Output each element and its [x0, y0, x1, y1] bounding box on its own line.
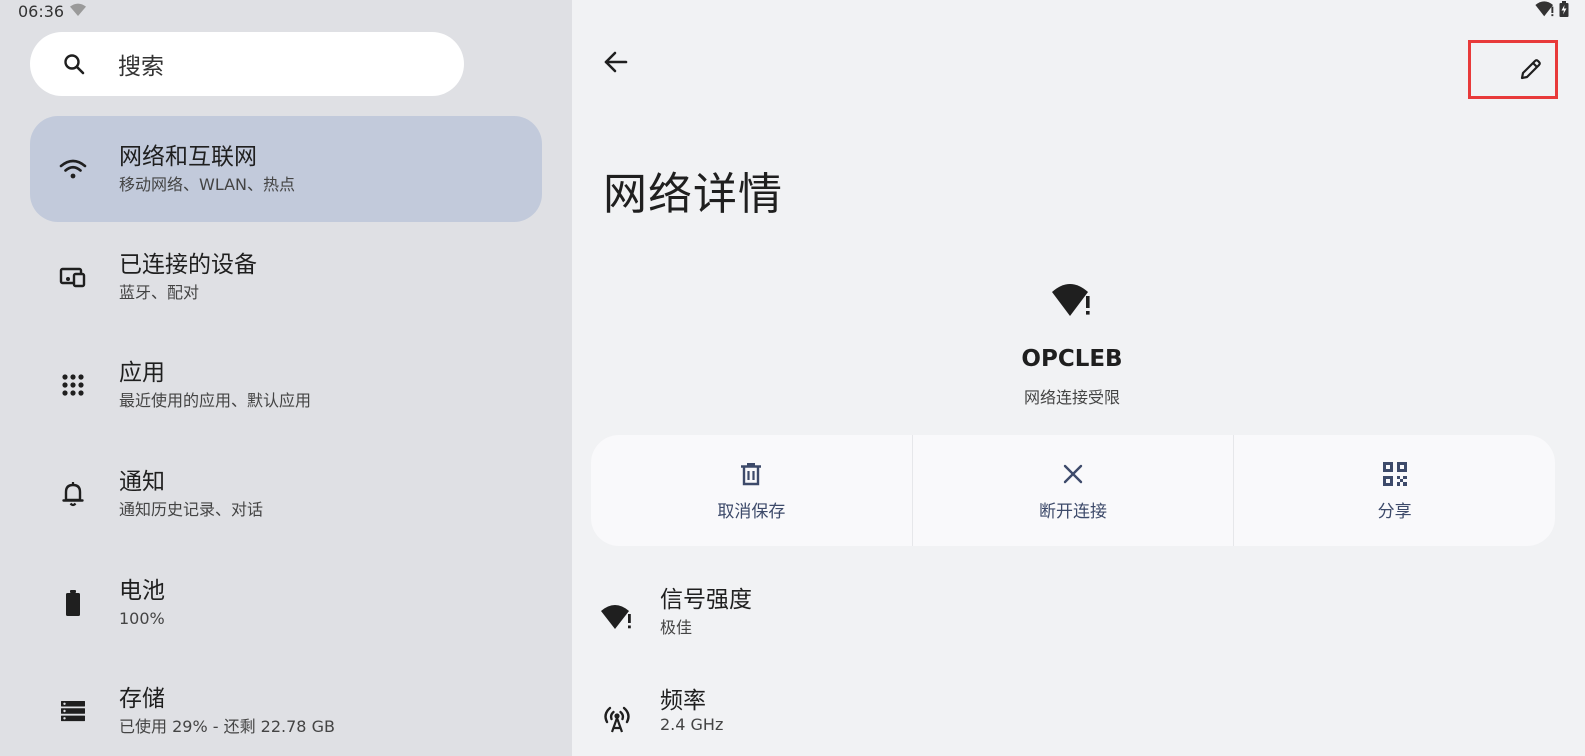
sidebar-item-title: 已连接的设备 — [119, 252, 257, 278]
sidebar-item-title: 通知 — [119, 469, 165, 495]
pref-signal-strength[interactable]: 信号强度 极佳 — [572, 580, 1585, 660]
edit-button[interactable] — [1468, 40, 1558, 99]
sidebar-item-notifications[interactable]: 通知 通知历史记录、对话 — [30, 441, 542, 547]
status-bar-right — [1535, 1, 1569, 21]
close-icon — [1062, 459, 1084, 489]
settings-sidebar: 06:36 搜索 网络和互联网 移动网络、WLAN、热点 已连接的设备 蓝牙、配… — [0, 0, 572, 756]
wifi-limited-icon — [1052, 282, 1092, 322]
sidebar-item-title: 网络和互联网 — [119, 144, 257, 170]
sidebar-item-title: 电池 — [119, 578, 165, 604]
page-title: 网络详情 — [603, 169, 783, 220]
sidebar-item-connected-devices[interactable]: 已连接的设备 蓝牙、配对 — [30, 224, 542, 330]
pref-frequency[interactable]: 频率 2.4 GHz — [572, 681, 1585, 756]
search-bar[interactable]: 搜索 — [30, 32, 464, 96]
sidebar-item-subtitle: 100% — [119, 609, 165, 628]
antenna-icon — [600, 701, 634, 735]
wifi-limited-icon — [70, 2, 87, 21]
sidebar-item-network[interactable]: 网络和互联网 移动网络、WLAN、热点 — [30, 116, 542, 222]
back-button[interactable] — [598, 46, 634, 82]
search-icon — [60, 50, 88, 78]
connected-devices-icon — [58, 262, 88, 292]
status-time: 06:36 — [18, 1, 65, 21]
pref-subtitle: 2.4 GHz — [660, 715, 724, 734]
sidebar-item-subtitle: 蓝牙、配对 — [119, 283, 200, 302]
share-label: 分享 — [1377, 502, 1412, 522]
network-status: 网络连接受限 — [1023, 388, 1120, 407]
disconnect-label: 断开连接 — [1039, 502, 1107, 522]
forget-label: 取消保存 — [717, 502, 786, 522]
sidebar-item-subtitle: 移动网络、WLAN、热点 — [119, 175, 296, 194]
share-button[interactable]: 分享 — [1233, 435, 1555, 546]
sidebar-item-title: 存储 — [119, 686, 165, 712]
disconnect-button[interactable]: 断开连接 — [911, 435, 1234, 546]
sidebar-item-storage[interactable]: 存储 已使用 29% - 还剩 22.78 GB — [30, 658, 542, 756]
trash-icon — [740, 459, 762, 489]
wifi-limited-icon — [1535, 1, 1555, 21]
wifi-icon — [58, 154, 88, 184]
wifi-limited-icon — [600, 600, 634, 634]
bell-icon — [58, 479, 88, 509]
storage-icon — [58, 696, 88, 726]
pref-title: 信号强度 — [660, 587, 752, 613]
sidebar-item-apps[interactable]: 应用 最近使用的应用、默认应用 — [30, 332, 542, 438]
pref-title: 频率 — [660, 688, 706, 714]
battery-icon — [58, 588, 88, 618]
pref-subtitle: 极佳 — [660, 618, 693, 637]
arrow-back-icon — [603, 50, 629, 78]
sidebar-item-subtitle: 通知历史记录、对话 — [119, 500, 264, 519]
pencil-icon — [1519, 57, 1543, 85]
qr-code-icon — [1382, 459, 1407, 489]
sidebar-item-subtitle: 已使用 29% - 还剩 22.78 GB — [119, 717, 335, 736]
network-details-pane: 网络详情 OPCLEB 网络连接受限 取消保存 断开连接 分享 信号强度 极佳 … — [572, 0, 1585, 756]
settings-window: 06:36 搜索 网络和互联网 移动网络、WLAN、热点 已连接的设备 蓝牙、配… — [0, 0, 1585, 756]
status-bar-left: 06:36 — [18, 1, 87, 21]
apps-grid-icon — [58, 370, 88, 400]
action-bar: 取消保存 断开连接 分享 — [591, 435, 1555, 546]
network-ssid: OPCLEB — [1021, 346, 1123, 372]
battery-charging-icon — [1559, 1, 1569, 21]
sidebar-item-title: 应用 — [119, 360, 165, 386]
search-label: 搜索 — [118, 54, 164, 80]
sidebar-item-battery[interactable]: 电池 100% — [30, 550, 542, 656]
forget-button[interactable]: 取消保存 — [591, 435, 912, 546]
sidebar-item-subtitle: 最近使用的应用、默认应用 — [119, 391, 312, 410]
